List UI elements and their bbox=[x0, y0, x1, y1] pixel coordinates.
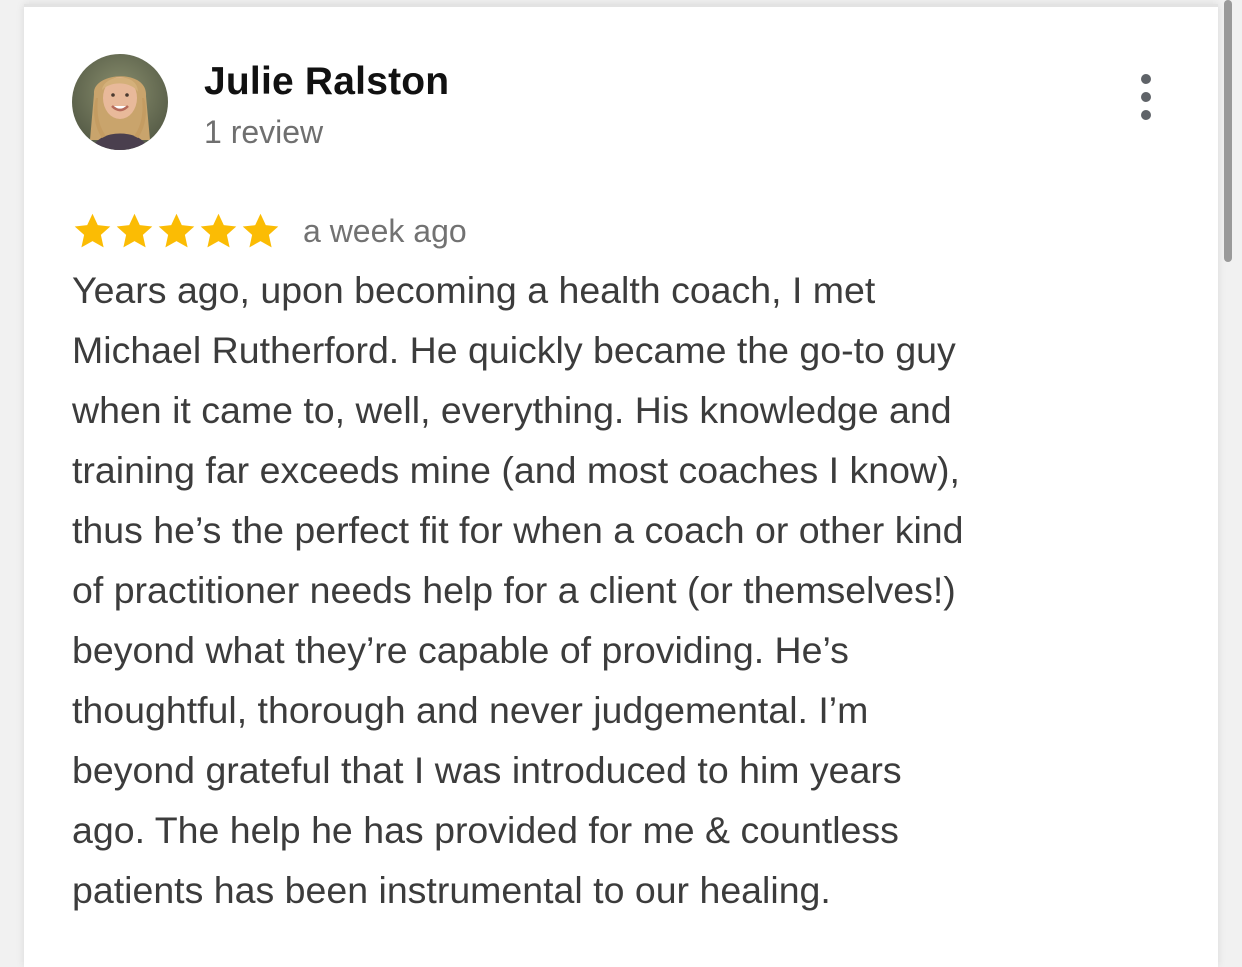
review-text-line: thus he’s the perfect fit for when a coa… bbox=[72, 509, 964, 551]
review-text-line: Michael Rutherford. He quickly became th… bbox=[72, 329, 956, 371]
review-time: a week ago bbox=[303, 212, 467, 249]
profile-photo bbox=[72, 54, 168, 150]
star-rating bbox=[72, 211, 281, 252]
star-icon bbox=[158, 213, 195, 247]
review-text-line: ago. The help he has provided for me & c… bbox=[72, 809, 899, 851]
scrollbar-thumb[interactable] bbox=[1224, 0, 1232, 262]
review-text-line: when it came to, well, everything. His k… bbox=[72, 389, 952, 431]
review-text-line: training far exceeds mine (and most coac… bbox=[72, 449, 960, 491]
review-text-line: beyond grateful that I was introduced to… bbox=[72, 749, 902, 791]
more-vert-icon-dot bbox=[1141, 110, 1151, 120]
star-icon bbox=[74, 213, 111, 247]
review-text-line: Years ago, upon becoming a health coach,… bbox=[72, 269, 876, 311]
review-text: Years ago, upon becoming a health coach,… bbox=[72, 260, 1112, 920]
avatar[interactable] bbox=[72, 54, 168, 150]
rating-row: a week ago bbox=[72, 208, 467, 254]
reviewer-name[interactable]: Julie Ralston bbox=[204, 60, 449, 104]
review-text-line: patients has been instrumental to our he… bbox=[72, 869, 831, 911]
star-icon bbox=[242, 213, 279, 247]
reviewer-review-count[interactable]: 1 review bbox=[204, 114, 323, 151]
review-text-line: of practitioner needs help for a client … bbox=[72, 569, 956, 611]
more-vert-icon-dot bbox=[1141, 92, 1151, 102]
more-options-button[interactable] bbox=[1126, 70, 1166, 124]
star-icon bbox=[200, 213, 237, 247]
review-text-line: thoughtful, thorough and never judgement… bbox=[72, 689, 869, 731]
review-text-line: beyond what they’re capable of providing… bbox=[72, 629, 849, 671]
star-icon bbox=[116, 213, 153, 247]
more-vert-icon bbox=[1141, 74, 1151, 84]
